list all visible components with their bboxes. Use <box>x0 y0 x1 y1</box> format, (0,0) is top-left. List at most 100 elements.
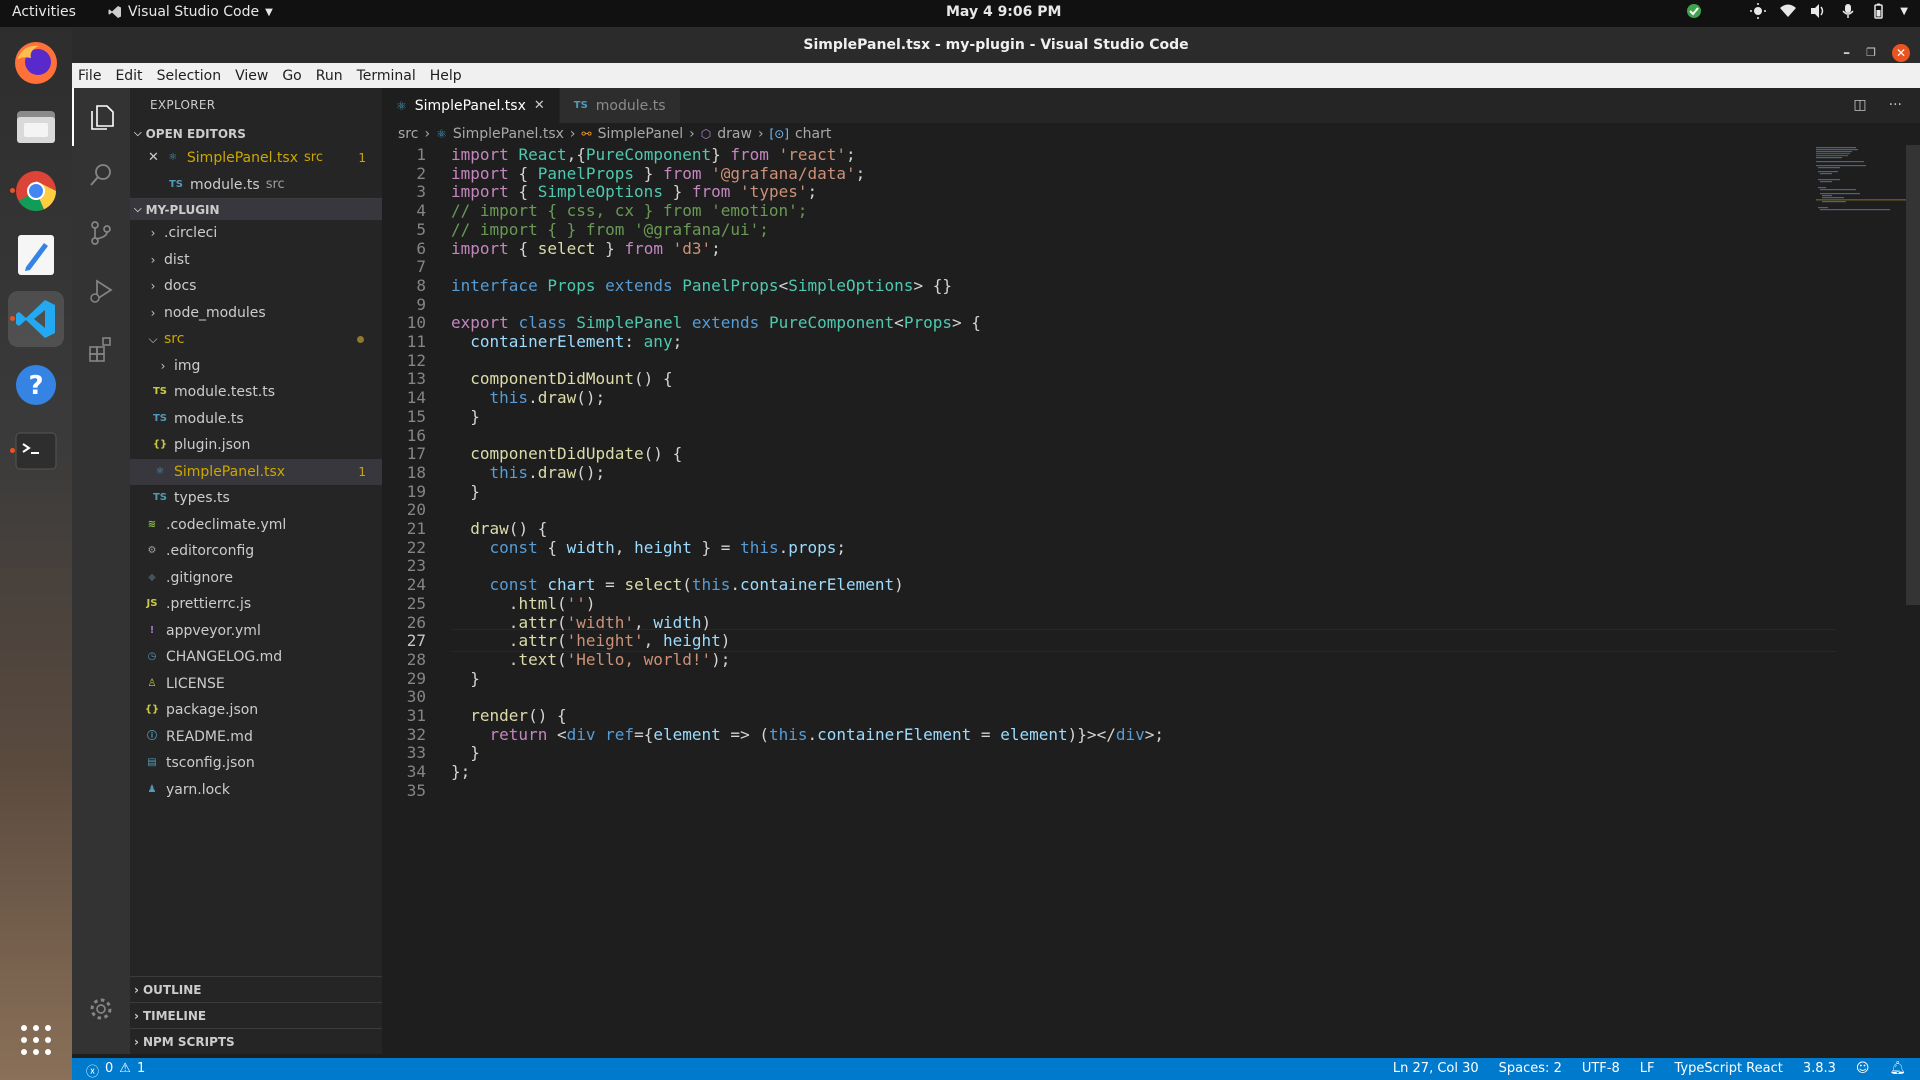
explorer-activity[interactable] <box>72 88 130 146</box>
code-line[interactable]: import { PanelProps } from '@grafana/dat… <box>451 164 865 183</box>
menu-view[interactable]: View <box>235 68 268 84</box>
code-line[interactable]: return <div ref={element => (this.contai… <box>451 725 1165 744</box>
microphone-icon[interactable] <box>1840 3 1856 19</box>
file-item[interactable]: ◷ CHANGELOG.md <box>130 644 382 671</box>
terminal-launcher[interactable] <box>8 423 64 479</box>
code-line[interactable]: import React,{PureComponent} from 'react… <box>451 145 856 164</box>
file-item[interactable]: ≋ .codeclimate.yml <box>130 512 382 539</box>
cursor-position[interactable]: Ln 27, Col 30 <box>1393 1061 1479 1076</box>
code-line[interactable]: interface Props extends PanelProps<Simpl… <box>451 276 952 295</box>
code-line[interactable]: .text('Hello, world!'); <box>451 650 731 669</box>
folder-item[interactable]: › dist <box>130 247 382 274</box>
app-menu[interactable]: Visual Studio Code ▼ <box>108 4 273 20</box>
file-item[interactable]: TS types.ts <box>130 485 382 512</box>
code-line[interactable]: draw() { <box>451 519 547 538</box>
code-line[interactable]: render() { <box>451 706 566 725</box>
extensions-activity[interactable] <box>72 320 130 378</box>
code-line[interactable]: import { SimpleOptions } from 'types'; <box>451 182 817 201</box>
code-line[interactable]: // import { } from '@grafana/ui'; <box>451 220 769 239</box>
code-line[interactable]: this.draw(); <box>451 388 606 407</box>
file-item[interactable]: JS .prettierrc.js <box>130 591 382 618</box>
file-item[interactable]: ◆ .gitignore <box>130 565 382 592</box>
menu-go[interactable]: Go <box>282 68 301 84</box>
code-line[interactable]: .html('') <box>451 594 596 613</box>
run-debug-activity[interactable] <box>72 262 130 320</box>
code-line[interactable]: import { select } from 'd3'; <box>451 239 721 258</box>
code-line[interactable]: componentDidMount() { <box>451 369 672 388</box>
tab-module[interactable]: TS module.ts <box>559 88 681 123</box>
code-line[interactable]: // import { css, cx } from 'emotion'; <box>451 201 807 220</box>
power-menu-chevron-icon[interactable]: ▼ <box>1900 6 1908 17</box>
typescript-version[interactable]: 3.8.3 <box>1803 1061 1836 1076</box>
end-of-line[interactable]: LF <box>1640 1061 1655 1076</box>
problems-indicator[interactable]: ⓧ 0 ⚠ 1 <box>86 1061 145 1080</box>
feedback-icon[interactable]: ☺ <box>1856 1061 1870 1076</box>
breadcrumb-item[interactable]: SimplePanel.tsx <box>453 126 564 142</box>
file-item[interactable]: TS module.test.ts <box>130 379 382 406</box>
wifi-icon[interactable] <box>1780 3 1797 19</box>
breadcrumb-item[interactable]: SimplePanel <box>598 126 684 142</box>
file-item[interactable]: ♟ yarn.lock <box>130 777 382 804</box>
outline-section[interactable]: › OUTLINE <box>130 976 382 1002</box>
code-line[interactable]: const { width, height } = this.props; <box>451 538 847 557</box>
code-line[interactable]: } <box>451 669 480 688</box>
close-window-button[interactable]: ✕ <box>1892 44 1910 62</box>
file-item[interactable]: TS module.ts <box>130 406 382 433</box>
folder-item[interactable]: › .circleci <box>130 220 382 247</box>
language-mode[interactable]: TypeScript React <box>1674 1061 1782 1076</box>
code-line[interactable]: componentDidUpdate() { <box>451 444 682 463</box>
split-editor-icon[interactable]: ◫ <box>1853 97 1866 113</box>
file-item[interactable]: ▤ tsconfig.json <box>130 750 382 777</box>
code-line[interactable]: .attr('height', height) <box>451 631 731 650</box>
minimize-icon[interactable]: – <box>1843 35 1850 71</box>
encoding[interactable]: UTF-8 <box>1582 1061 1620 1076</box>
volume-icon[interactable] <box>1810 3 1826 19</box>
close-icon[interactable]: ✕ <box>148 145 159 172</box>
code-line[interactable]: export class SimplePanel extends PureCom… <box>451 313 981 332</box>
folder-item-src[interactable]: ⌵ src <box>130 326 382 353</box>
source-control-activity[interactable] <box>72 204 130 262</box>
file-item[interactable]: {} package.json <box>130 697 382 724</box>
update-icon[interactable] <box>1686 3 1702 19</box>
file-item[interactable]: ⚙ .editorconfig <box>130 538 382 565</box>
firefox-launcher[interactable] <box>8 35 64 91</box>
minimap[interactable] <box>1816 145 1906 215</box>
system-tray[interactable]: ▼ <box>1686 3 1908 19</box>
menu-run[interactable]: Run <box>316 68 343 84</box>
project-header[interactable]: ⌵ MY-PLUGIN <box>130 198 382 220</box>
file-item[interactable]: ⓘ README.md <box>130 724 382 751</box>
open-editors-header[interactable]: ⌵ OPEN EDITORS <box>130 123 382 145</box>
breadcrumb-item[interactable]: src <box>398 126 418 142</box>
battery-icon[interactable] <box>1870 3 1886 19</box>
show-applications-button[interactable] <box>8 1012 64 1068</box>
text-editor-launcher[interactable] <box>8 227 64 283</box>
brightness-icon[interactable] <box>1750 3 1767 19</box>
code-line[interactable]: } <box>451 407 480 426</box>
more-actions-icon[interactable]: ··· <box>1889 97 1902 113</box>
editor-scrollbar[interactable] <box>1906 145 1920 605</box>
code-line[interactable]: .attr('width', width) <box>451 613 711 632</box>
npm-scripts-section[interactable]: › NPM SCRIPTS <box>130 1028 382 1054</box>
window-titlebar[interactable]: SimplePanel.tsx - my-plugin - Visual Stu… <box>72 27 1920 63</box>
code-line[interactable]: } <box>451 482 480 501</box>
files-launcher[interactable] <box>8 99 64 155</box>
code-line[interactable]: }; <box>451 762 470 781</box>
notifications-bell-icon[interactable]: 🔔︎ <box>1889 1061 1906 1076</box>
code-line[interactable]: } <box>451 743 480 762</box>
code-line[interactable]: this.draw(); <box>451 463 606 482</box>
file-item[interactable]: ! appveyor.yml <box>130 618 382 645</box>
breadcrumb-item[interactable]: chart <box>795 126 831 142</box>
search-activity[interactable] <box>72 146 130 204</box>
file-item[interactable]: {} plugin.json <box>130 432 382 459</box>
close-icon[interactable]: ✕ <box>534 98 545 113</box>
activities-button[interactable]: Activities <box>12 4 76 20</box>
chrome-launcher[interactable] <box>8 163 64 219</box>
file-item[interactable]: ♙ LICENSE <box>130 671 382 698</box>
open-editor-item[interactable]: TS module.ts src <box>130 172 382 199</box>
menu-selection[interactable]: Selection <box>157 68 222 84</box>
help-launcher[interactable]: ? <box>8 357 64 413</box>
code-line[interactable]: containerElement: any; <box>451 332 682 351</box>
manage-activity[interactable] <box>72 980 130 1038</box>
maximize-icon[interactable]: ❐ <box>1866 35 1876 71</box>
folder-item[interactable]: › docs <box>130 273 382 300</box>
